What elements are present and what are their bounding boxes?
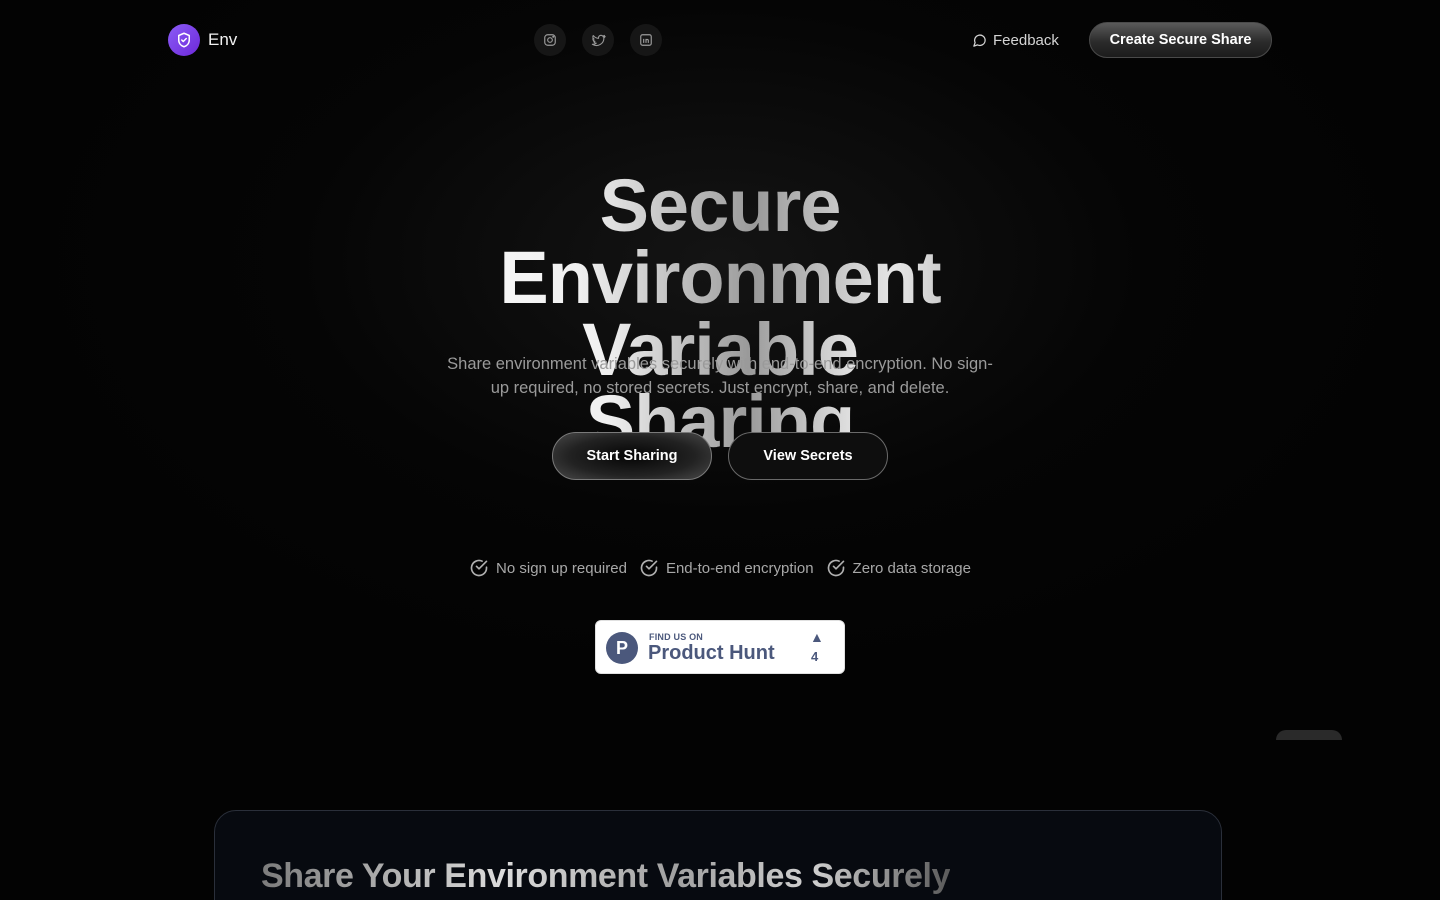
social-links (534, 24, 662, 56)
feature-label: Zero data storage (852, 559, 971, 577)
landing-page: Env Feedback Create Secure Share Secure … (0, 0, 1440, 900)
product-hunt-name: Product Hunt (648, 642, 775, 664)
check-circle-icon (470, 559, 488, 577)
feedback-link[interactable]: Feedback (972, 28, 1059, 52)
view-secrets-button[interactable]: View Secrets (728, 432, 888, 480)
check-circle-icon (640, 559, 658, 577)
feature-label: No sign up required (496, 559, 627, 577)
product-hunt-badge[interactable]: P FIND US ON Product Hunt ▲ 4 (595, 620, 845, 674)
create-secure-share-button[interactable]: Create Secure Share (1089, 22, 1272, 58)
start-sharing-button[interactable]: Start Sharing (552, 432, 712, 480)
hero-subtitle: Share environment variables securely wit… (447, 355, 993, 397)
site-header: Env Feedback Create Secure Share (0, 0, 1440, 80)
instagram-link[interactable] (534, 24, 566, 56)
upvote-arrow-icon: ▲ (810, 629, 824, 645)
feature-item: End-to-end encryption (639, 558, 814, 578)
brand[interactable]: Env (168, 24, 237, 56)
feature-label: End-to-end encryption (665, 559, 814, 577)
upvote-count: 4 (811, 649, 819, 664)
floating-tab[interactable] (1276, 730, 1342, 740)
twitter-icon (591, 34, 606, 46)
shield-check-icon (168, 24, 200, 56)
share-card-title: Share Your Environment Variables Securel… (261, 857, 951, 895)
product-hunt-logo-icon: P (606, 632, 638, 664)
feature-item: No sign up required (469, 558, 627, 578)
message-circle-icon (973, 33, 986, 47)
feature-item: Zero data storage (826, 558, 971, 578)
check-circle-icon (827, 559, 844, 577)
hero-title-line-1: Secure Environment (370, 169, 1070, 315)
linkedin-icon (640, 34, 652, 46)
linkedin-link[interactable] (630, 24, 662, 56)
feedback-label: Feedback (993, 31, 1059, 49)
brand-name: Env (208, 30, 238, 49)
twitter-link[interactable] (582, 24, 614, 56)
feature-list: No sign up required End-to-end encryptio… (0, 558, 1440, 578)
hero-title: Secure Environment Variable Sharing (0, 169, 1440, 459)
instagram-icon (544, 34, 556, 46)
product-hunt-find-label: FIND US ON (649, 632, 704, 642)
share-card: Share Your Environment Variables Securel… (214, 810, 1222, 900)
